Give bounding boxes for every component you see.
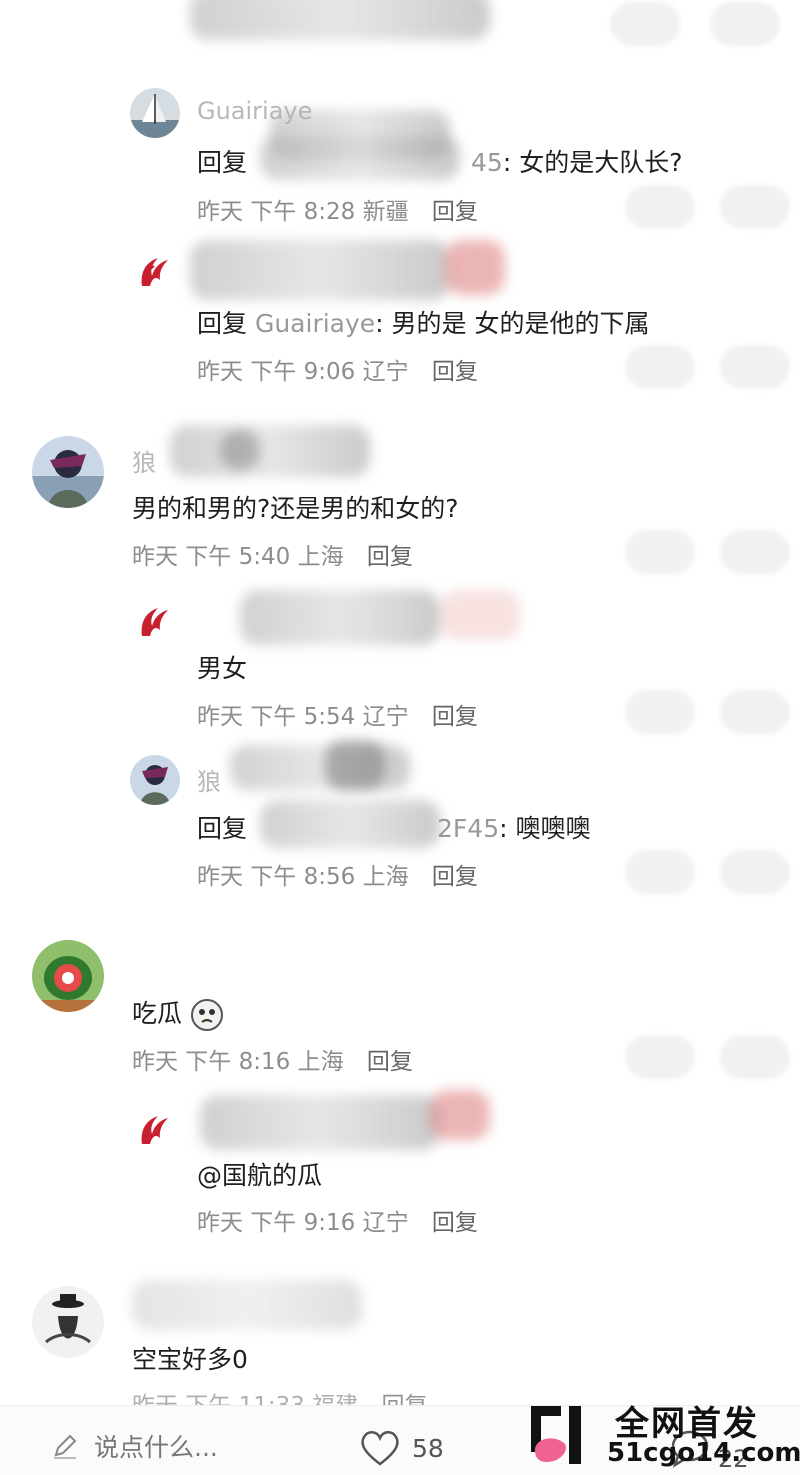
avatar[interactable] — [130, 88, 180, 138]
reply-button[interactable]: 回复 — [367, 1049, 413, 1075]
comment-meta: 昨天 下午 5:40 上海 回复 — [132, 537, 413, 571]
like-button[interactable]: 58 — [358, 1428, 444, 1468]
comment-meta: 昨天 下午 9:06 辽宁 回复 — [197, 352, 478, 386]
like-ghost — [625, 850, 695, 894]
reply-button[interactable]: 回复 — [432, 704, 478, 730]
airline-logo-avatar[interactable] — [132, 1108, 176, 1152]
avatar[interactable] — [32, 1286, 104, 1358]
comment-input[interactable]: 说点什么... — [50, 1428, 218, 1464]
airline-phoenix-icon — [141, 258, 168, 286]
airline-logo-avatar[interactable] — [132, 600, 176, 644]
person-hat-avatar-icon — [32, 1286, 104, 1358]
comment-text: 空宝好多0 — [132, 1345, 248, 1374]
like-ghost — [610, 2, 680, 46]
comment-meta: 昨天 下午 8:28 新疆 回复 — [197, 192, 478, 226]
location: 上海 — [297, 544, 344, 570]
comment-text: 回复 Guairiaye: 男的是 女的是他的下属 — [197, 309, 650, 338]
commenter-name[interactable]: 狼 — [197, 762, 221, 797]
airline-logo-avatar[interactable] — [132, 250, 176, 294]
heart-icon — [358, 1428, 402, 1468]
timestamp: 昨天 下午 5:54 — [197, 704, 356, 730]
like-ghost — [720, 530, 790, 574]
like-ghost — [720, 850, 790, 894]
like-ghost — [625, 185, 695, 229]
reply-button[interactable]: 回复 — [367, 544, 413, 570]
reply-button[interactable]: 回复 — [432, 199, 478, 225]
location: 上海 — [297, 1049, 344, 1075]
redacted-name — [240, 590, 440, 645]
like-ghost — [720, 1035, 790, 1079]
timestamp: 昨天 下午 8:56 — [197, 864, 356, 890]
redacted-name — [132, 1280, 362, 1330]
comment-text: @国航的瓜 — [197, 1161, 323, 1190]
sailboat-avatar-icon — [130, 88, 180, 138]
redacted-name — [200, 1095, 440, 1150]
comment-meta: 昨天 下午 8:56 上海 回复 — [197, 857, 478, 891]
redacted-target — [260, 800, 440, 848]
reply-button[interactable]: 回复 — [432, 1210, 478, 1236]
avatar[interactable] — [32, 940, 104, 1012]
reply-button[interactable]: 回复 — [432, 359, 478, 385]
redacted-name — [325, 740, 385, 790]
location: 辽宁 — [362, 704, 409, 730]
like-ghost — [625, 1035, 695, 1079]
like-ghost — [625, 345, 695, 389]
avatar[interactable] — [32, 436, 104, 508]
eating-melon-emoji-icon — [190, 998, 224, 1032]
redacted-badge — [430, 1090, 490, 1140]
redacted-badge — [445, 240, 505, 295]
redacted-target — [260, 136, 460, 180]
redacted-name — [170, 425, 370, 477]
comment-text: 男的和男的?还是男的和女的? — [132, 494, 459, 523]
redacted-top — [190, 0, 490, 40]
pencil-icon — [50, 1431, 80, 1461]
comment-meta: 昨天 下午 5:54 辽宁 回复 — [197, 697, 478, 731]
comment-meta: 昨天 下午 9:16 辽宁 回复 — [197, 1203, 478, 1237]
location: 上海 — [362, 864, 409, 890]
like-ghost — [625, 690, 695, 734]
location: 辽宁 — [362, 1210, 409, 1236]
like-ghost — [625, 530, 695, 574]
timestamp: 昨天 下午 5:40 — [132, 544, 291, 570]
airline-phoenix-icon — [141, 608, 168, 636]
redacted-badge — [440, 590, 520, 640]
like-ghost — [720, 345, 790, 389]
location: 新疆 — [362, 199, 409, 225]
timestamp: 昨天 下午 8:16 — [132, 1049, 291, 1075]
timestamp: 昨天 下午 8:28 — [197, 199, 356, 225]
comment-text: 男女 — [197, 654, 248, 683]
watermark: 全网首发 51cgo14.com — [525, 1394, 800, 1475]
airline-phoenix-icon — [141, 1116, 168, 1144]
person-avatar-icon — [32, 436, 104, 508]
like-ghost — [720, 690, 790, 734]
timestamp: 昨天 下午 9:06 — [197, 359, 356, 385]
comment-meta: 昨天 下午 8:16 上海 回复 — [132, 1042, 413, 1076]
commenter-name[interactable]: 狼 — [132, 443, 156, 478]
location: 辽宁 — [362, 359, 409, 385]
watermelon-avatar-icon — [32, 940, 104, 1012]
comment-placeholder: 说点什么... — [94, 1433, 218, 1462]
redacted-name — [220, 430, 260, 470]
avatar[interactable] — [130, 755, 180, 805]
person-avatar-icon — [130, 755, 180, 805]
watermark-logo-icon — [525, 1398, 605, 1474]
like-ghost — [720, 185, 790, 229]
like-ghost — [710, 2, 780, 46]
redacted-name — [190, 240, 450, 300]
comment-text: 吃瓜 — [132, 994, 224, 1032]
reply-button[interactable]: 回复 — [432, 864, 478, 890]
like-count: 58 — [412, 1433, 444, 1463]
watermark-url: 51cgo14.com — [607, 1438, 800, 1468]
timestamp: 昨天 下午 9:16 — [197, 1210, 356, 1236]
